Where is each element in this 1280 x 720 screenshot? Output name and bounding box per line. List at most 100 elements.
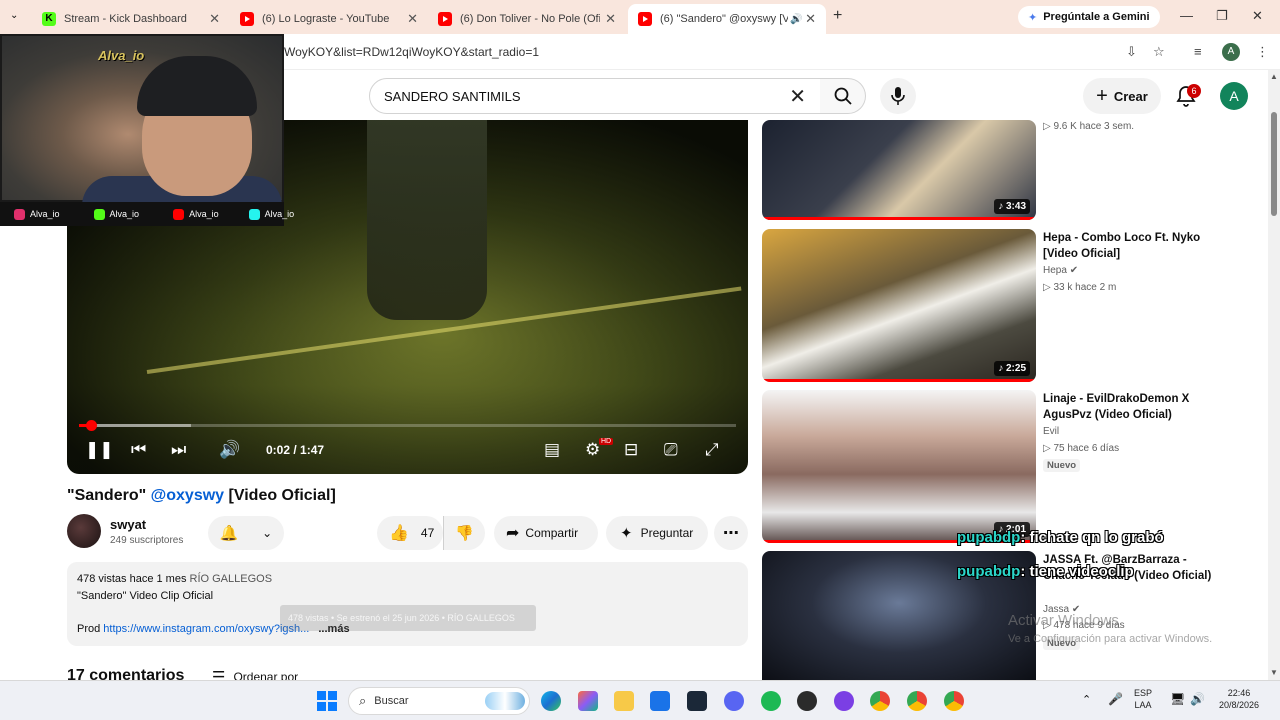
social-kick: Alva_io — [93, 208, 139, 220]
tab-search-chevron-icon[interactable]: ⌄ — [10, 10, 18, 21]
scroll-down-icon[interactable]: ▼ — [1270, 668, 1278, 677]
recommendation-channel[interactable]: Hepa ✔ — [1043, 265, 1078, 276]
search-icon — [834, 87, 852, 105]
share-button[interactable]: ➦ Compartir — [494, 516, 598, 550]
video-time: 0:02 / 1:47 — [266, 443, 325, 457]
instagram-link[interactable]: https://www.instagram.com/oxyswy?igsh... — [103, 623, 309, 635]
gemini-button[interactable]: ✦ Pregúntale a Gemini — [1018, 6, 1160, 28]
create-button[interactable]: + Crear — [1083, 78, 1161, 114]
taskbar-search-input[interactable]: ⌕ Buscar — [348, 687, 530, 715]
recommendation-title[interactable]: Linaje - EvilDrakoDemon X AgusPvz (Video… — [1043, 391, 1213, 423]
recommendation-channel[interactable]: Evil — [1043, 426, 1059, 437]
social-tiktok: Alva_io — [248, 208, 294, 220]
speaker-icon[interactable]: 🔊 — [790, 14, 802, 25]
volume-icon[interactable]: 🔊 — [219, 440, 240, 460]
settings-gear-icon[interactable]: ⚙ — [585, 440, 600, 460]
close-icon[interactable]: ✕ — [407, 11, 418, 27]
bookmark-star-icon[interactable]: ☆ — [1153, 44, 1165, 60]
watched-progress-bar — [762, 379, 1036, 382]
close-icon[interactable]: ✕ — [605, 11, 616, 27]
install-app-icon[interactable]: ⇩ — [1126, 44, 1137, 60]
steam-icon[interactable] — [687, 691, 707, 711]
volume-icon[interactable]: 🔊 — [1190, 692, 1205, 706]
voice-search-button[interactable] — [880, 78, 916, 114]
youtube-icon — [438, 12, 452, 26]
kick-icon — [93, 208, 105, 220]
channel-name[interactable]: swyat — [110, 517, 146, 532]
recommendation-thumbnail[interactable]: ♪ 2:01 — [762, 390, 1036, 543]
chevron-down-icon: ⌄ — [262, 526, 273, 540]
fullscreen-icon[interactable]: ⤢ — [705, 440, 719, 460]
close-icon[interactable]: ✕ — [209, 11, 220, 27]
title-mention-link[interactable]: @oxyswy — [151, 487, 224, 504]
search-input[interactable]: SANDERO SANTIMILS ✕ — [369, 78, 821, 114]
obs-icon[interactable] — [797, 691, 817, 711]
hd-badge: HD — [599, 438, 614, 445]
scrollbar-thumb[interactable] — [1271, 112, 1277, 216]
language-indicator[interactable]: ESP LAA — [1134, 687, 1152, 711]
progress-scrubber-handle[interactable] — [86, 420, 98, 431]
clock[interactable]: 22:46 20/8/2026 — [1216, 687, 1262, 711]
search-highlight-icon — [485, 692, 525, 710]
page-scrollbar[interactable]: ▲ ▼ — [1268, 70, 1280, 680]
tab-kick-dashboard[interactable]: K Stream - Kick Dashboard ✕ — [32, 4, 230, 34]
tab-don-toliver[interactable]: (6) Don Toliver - No Pole (Oficial ✕ — [428, 4, 626, 34]
app-icon[interactable] — [834, 691, 854, 711]
chrome-icon[interactable] — [907, 691, 927, 711]
next-icon[interactable]: ⏭ — [171, 440, 186, 460]
copilot-icon[interactable] — [578, 691, 598, 711]
subtitles-icon[interactable]: ▤ — [544, 440, 560, 460]
location-link[interactable]: RÍO GALLEGOS — [190, 573, 273, 585]
video-duration: ♪ 3:43 — [994, 199, 1030, 214]
dislike-button[interactable]: 👎 — [443, 516, 485, 550]
microsoft-store-icon[interactable] — [650, 691, 670, 711]
recommendation-thumbnail[interactable]: ♪ 2:25 — [762, 229, 1036, 382]
recommendation-meta: ▷ 33 k hace 2 m — [1043, 282, 1117, 293]
close-icon[interactable]: ✕ — [805, 11, 816, 27]
tray-microphone-icon[interactable]: 🎤 — [1108, 692, 1123, 706]
channel-avatar[interactable] — [67, 514, 101, 548]
kick-icon: K — [42, 12, 56, 26]
account-avatar[interactable]: A — [1220, 82, 1248, 110]
edge-icon[interactable] — [541, 691, 561, 711]
recommendation-title[interactable]: Hepa - Combo Loco Ft. Nyko [Video Oficia… — [1043, 230, 1213, 262]
media-controls-icon[interactable]: ≡ — [1194, 44, 1202, 59]
new-tab-icon[interactable]: + — [833, 7, 842, 25]
description-line: "Sandero" Video Clip Oficial — [77, 589, 214, 602]
browser-profile-avatar[interactable]: A — [1222, 43, 1240, 61]
network-icon[interactable]: 🖥 — [1170, 692, 1185, 706]
scroll-up-icon[interactable]: ▲ — [1270, 72, 1278, 81]
tab-lo-lograste[interactable]: (6) Lo Lograste - YouTube ✕ — [230, 4, 428, 34]
file-explorer-icon[interactable] — [614, 691, 634, 711]
discord-icon[interactable] — [724, 691, 744, 711]
search-value: SANDERO SANTIMILS — [384, 88, 521, 104]
recommendation-thumbnail[interactable]: ♪ 3:43 — [762, 120, 1036, 220]
video-description[interactable]: 478 vistas hace 1 mes RÍO GALLEGOS "Sand… — [67, 562, 748, 646]
ask-button[interactable]: ✦ Preguntar — [606, 516, 708, 550]
chrome-icon[interactable] — [870, 691, 890, 711]
subscription-bell-button[interactable]: 🔔 ⌄ — [208, 516, 284, 550]
url-field[interactable]: WoyKOY&list=RDw12qiWoyKOY&start_radio=1 — [284, 45, 539, 59]
minimize-icon[interactable]: — — [1180, 8, 1193, 23]
browser-menu-icon[interactable]: ⋮ — [1256, 44, 1269, 60]
tab-sandero[interactable]: (6) "Sandero" @oxyswy [Vid 🔊 ✕ — [628, 4, 826, 34]
stream-chat-message: pupabdp: fichate qn lo grabó — [957, 529, 1164, 546]
previous-icon[interactable]: ⏮ — [131, 440, 146, 460]
clear-search-icon[interactable]: ✕ — [789, 84, 806, 109]
like-button[interactable]: 👍 47 — [377, 516, 443, 550]
theater-mode-icon[interactable]: ⊟ — [624, 440, 638, 460]
chrome-icon[interactable] — [944, 691, 964, 711]
thumbs-down-icon: 👎 — [455, 525, 474, 542]
more-actions-button[interactable]: ⋯ — [714, 516, 748, 550]
cast-icon[interactable]: ⎚ — [664, 440, 678, 460]
close-window-icon[interactable]: ✕ — [1252, 8, 1263, 24]
video-progress-bar[interactable] — [79, 420, 736, 431]
activate-windows-subtitle: Ve a Configuración para activar Windows. — [1008, 633, 1213, 645]
search-button[interactable] — [820, 78, 866, 114]
windows-start-icon[interactable] — [317, 691, 337, 711]
notification-count-badge: 6 — [1187, 84, 1201, 98]
spotify-icon[interactable] — [761, 691, 781, 711]
maximize-icon[interactable]: ❐ — [1216, 8, 1228, 24]
tray-chevron-up-icon[interactable]: ⌃ — [1082, 693, 1091, 706]
pause-icon[interactable]: ❚❚ — [85, 440, 114, 460]
